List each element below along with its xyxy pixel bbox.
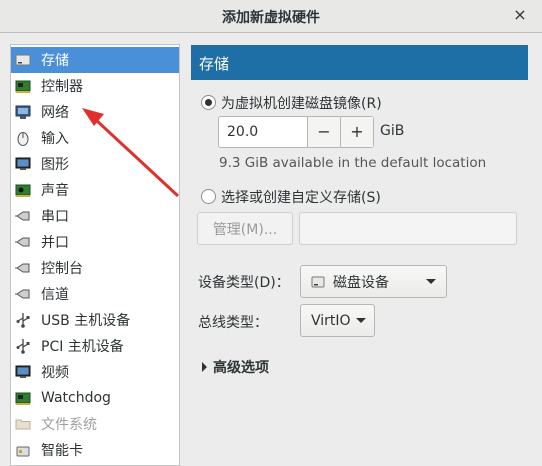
annotation-arrow — [82, 108, 180, 198]
